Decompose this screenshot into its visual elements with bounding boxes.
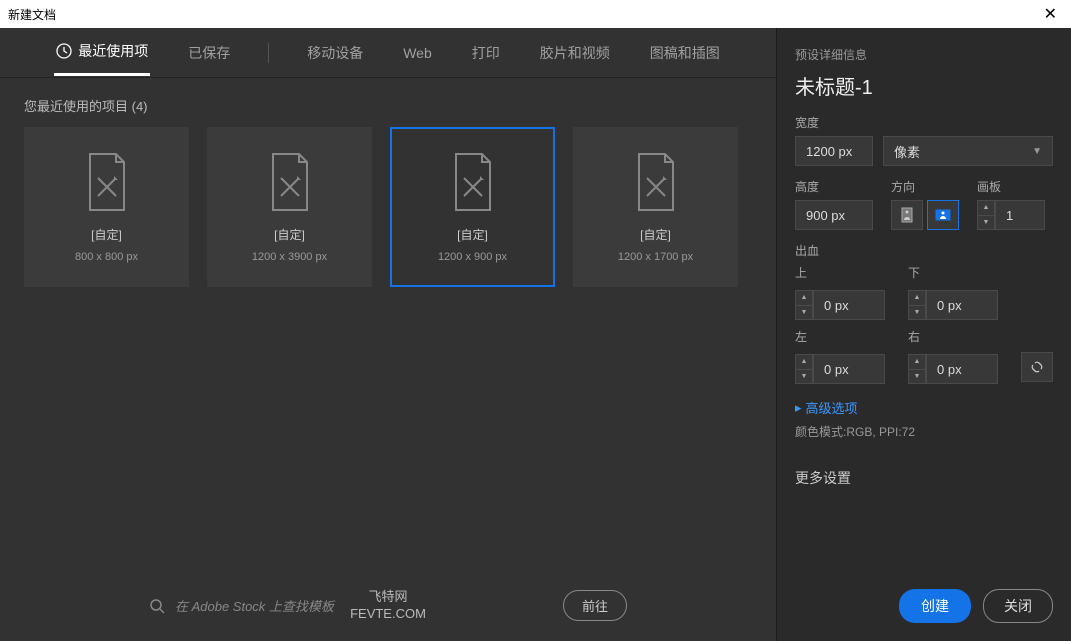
width-label: 宽度 xyxy=(795,114,1053,131)
document-icon xyxy=(265,152,315,212)
search-placeholder: 在 Adobe Stock 上查找模板 xyxy=(175,596,334,615)
link-bleed-button[interactable] xyxy=(1021,352,1053,382)
document-icon xyxy=(631,152,681,212)
card-dims: 1200 x 1700 px xyxy=(618,251,693,263)
tab-separator xyxy=(268,43,269,63)
preset-details-label: 预设详细信息 xyxy=(795,46,1053,63)
tab-web[interactable]: Web xyxy=(401,33,434,73)
bleed-stepper[interactable]: ▲▼ xyxy=(908,354,926,384)
advanced-label: 高级选项 xyxy=(806,398,858,417)
window-title: 新建文档 xyxy=(8,6,56,23)
artboard-stepper[interactable]: ▲▼ xyxy=(977,200,995,230)
tab-mobile[interactable]: 移动设备 xyxy=(305,31,365,75)
category-tabs: 最近使用项 已保存 移动设备 Web 打印 胶片和视频 图稿和插图 xyxy=(0,28,776,78)
card-dims: 1200 x 900 px xyxy=(438,251,507,263)
more-settings-button[interactable]: 更多设置 xyxy=(795,468,1053,488)
color-mode-text: 颜色模式:RGB, PPI:72 xyxy=(795,423,1053,440)
preset-card[interactable]: [自定] 800 x 800 px xyxy=(24,127,189,287)
bleed-stepper[interactable]: ▲▼ xyxy=(795,354,813,384)
tab-film[interactable]: 胶片和视频 xyxy=(538,31,612,75)
tab-recent[interactable]: 最近使用项 xyxy=(54,29,150,76)
tab-label: 胶片和视频 xyxy=(540,43,610,63)
height-input[interactable] xyxy=(795,200,873,230)
unit-value: 像素 xyxy=(894,142,920,161)
orientation-label: 方向 xyxy=(891,178,959,195)
go-button[interactable]: 前往 xyxy=(563,590,627,621)
stock-search-input[interactable]: 在 Adobe Stock 上查找模板 xyxy=(149,596,549,615)
artboard-input[interactable] xyxy=(995,200,1045,230)
bleed-right-label: 右 xyxy=(908,328,1007,345)
document-title[interactable]: 未标题-1 xyxy=(795,71,1053,100)
width-input[interactable] xyxy=(795,136,873,166)
preset-card[interactable]: [自定] 1200 x 1700 px xyxy=(573,127,738,287)
artboard-label: 画板 xyxy=(977,178,1045,195)
create-button[interactable]: 创建 xyxy=(899,589,971,623)
tab-saved[interactable]: 已保存 xyxy=(186,31,232,75)
tab-label: 移动设备 xyxy=(307,43,363,63)
orientation-landscape-button[interactable] xyxy=(927,200,959,230)
preset-card[interactable]: [自定] 1200 x 900 px xyxy=(390,127,555,287)
tab-label: Web xyxy=(403,45,432,61)
close-window-button[interactable]: ✕ xyxy=(1038,4,1063,24)
advanced-options-toggle[interactable]: ▸ 高级选项 xyxy=(795,398,1053,417)
tab-label: 最近使用项 xyxy=(78,41,148,61)
unit-select[interactable]: 像素 ▼ xyxy=(883,136,1053,166)
bleed-right-input[interactable] xyxy=(926,354,998,384)
search-icon xyxy=(149,598,165,614)
close-button[interactable]: 关闭 xyxy=(983,589,1053,623)
preset-cards: [自定] 800 x 800 px [自定] 1200 x 3900 px [自… xyxy=(0,127,776,287)
card-dims: 1200 x 3900 px xyxy=(252,251,327,263)
link-icon xyxy=(1030,360,1044,374)
tab-label: 已保存 xyxy=(188,43,230,63)
landscape-icon xyxy=(935,209,951,221)
chevron-right-icon: ▸ xyxy=(795,400,802,416)
tab-print[interactable]: 打印 xyxy=(470,31,502,75)
document-icon xyxy=(82,152,132,212)
document-icon xyxy=(448,152,498,212)
bleed-top-label: 上 xyxy=(795,264,894,281)
preset-card[interactable]: [自定] 1200 x 3900 px xyxy=(207,127,372,287)
bleed-top-input[interactable] xyxy=(813,290,885,320)
bleed-bottom-input[interactable] xyxy=(926,290,998,320)
orientation-portrait-button[interactable] xyxy=(891,200,923,230)
tab-label: 图稿和插图 xyxy=(650,43,720,63)
card-name: [自定] xyxy=(640,226,671,243)
card-name: [自定] xyxy=(457,226,488,243)
chevron-down-icon: ▼ xyxy=(1032,146,1042,157)
bleed-label: 出血 xyxy=(795,242,1053,259)
tab-label: 打印 xyxy=(472,43,500,63)
bleed-stepper[interactable]: ▲▼ xyxy=(795,290,813,320)
clock-icon xyxy=(56,43,72,59)
bleed-bottom-label: 下 xyxy=(908,264,1007,281)
card-dims: 800 x 800 px xyxy=(75,251,138,263)
tab-art[interactable]: 图稿和插图 xyxy=(648,31,722,75)
bleed-left-label: 左 xyxy=(795,328,894,345)
recent-items-label: 您最近使用的项目 (4) xyxy=(0,78,776,127)
card-name: [自定] xyxy=(274,226,305,243)
card-name: [自定] xyxy=(91,226,122,243)
height-label: 高度 xyxy=(795,178,873,195)
bleed-left-input[interactable] xyxy=(813,354,885,384)
portrait-icon xyxy=(901,207,913,223)
bleed-stepper[interactable]: ▲▼ xyxy=(908,290,926,320)
